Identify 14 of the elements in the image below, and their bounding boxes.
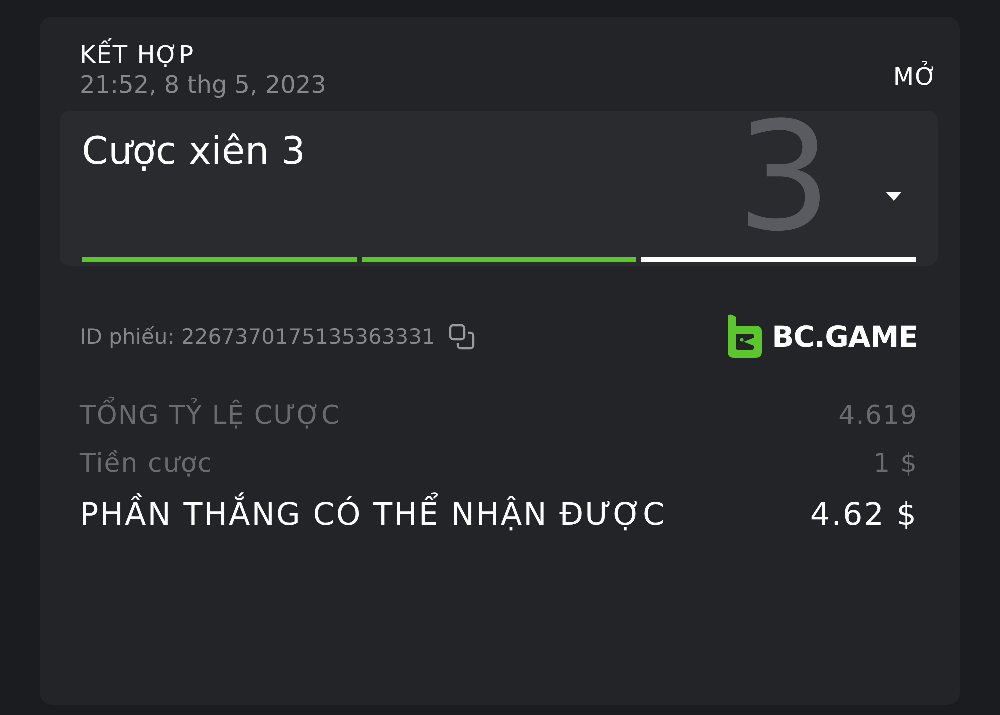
logo-icon bbox=[726, 314, 764, 360]
summary-value: 4.619 bbox=[838, 400, 918, 433]
summary-label: TỔNG TỶ LỆ CƯỢC bbox=[80, 396, 341, 438]
summary-label: PHẦN THẮNG CÓ THỂ NHẬN ĐƯỢC bbox=[80, 491, 666, 541]
ticket-id: ID phiếu: 2267370175135363331 bbox=[80, 325, 436, 349]
summary-value: 1 $ bbox=[874, 448, 918, 481]
copy-icon[interactable] bbox=[449, 324, 476, 350]
bet-datetime: 21:52, 8 thg 5, 2023 bbox=[80, 71, 326, 99]
caret-icon[interactable] bbox=[884, 191, 904, 203]
bet-title: Cược xiên 3 bbox=[82, 129, 307, 173]
brand-name: BC.GAME bbox=[772, 320, 918, 354]
summary-label: Tiền cược bbox=[80, 448, 214, 481]
bet-status: MỞ bbox=[893, 63, 938, 91]
summary-value: 4.62 $ bbox=[810, 496, 918, 536]
